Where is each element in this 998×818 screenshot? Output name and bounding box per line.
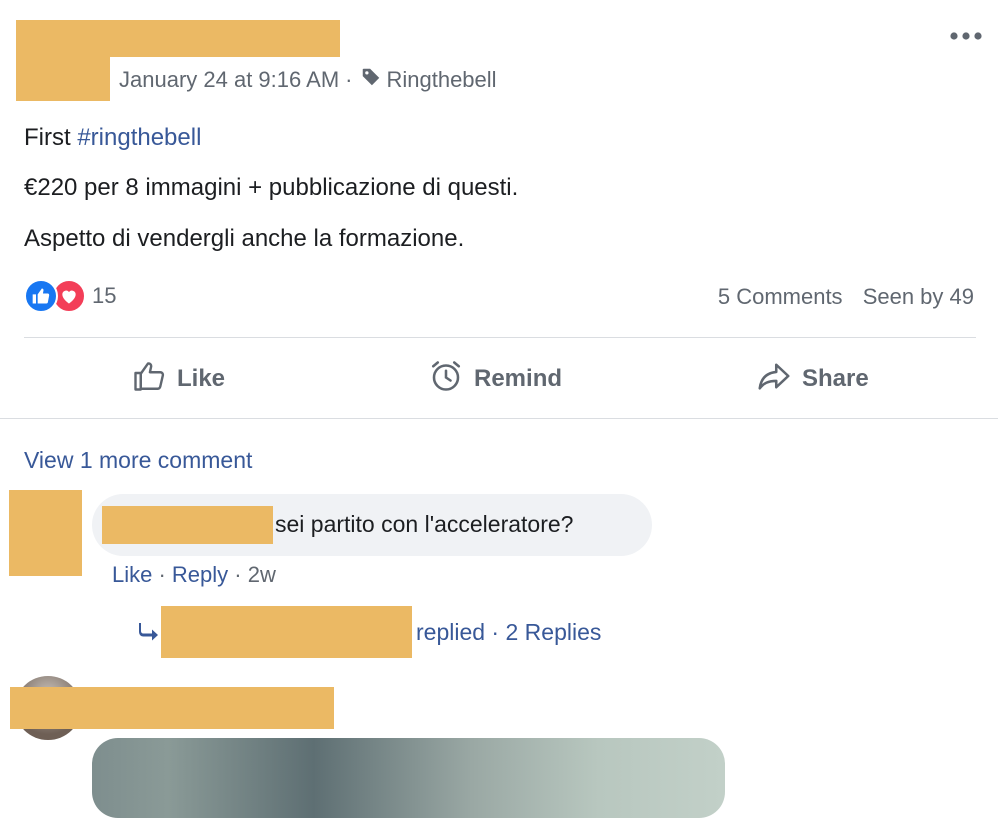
tag-icon: [360, 66, 382, 94]
group-name-link[interactable]: Ringthebell: [386, 67, 496, 93]
seen-by-link[interactable]: Seen by 49: [863, 284, 974, 309]
replies-summary[interactable]: replied · 2 Replies: [416, 619, 601, 646]
comments-count-link[interactable]: 5 Comments: [718, 284, 843, 309]
hashtag-link[interactable]: #ringthebell: [77, 124, 201, 151]
replies-dot-separator: ·: [485, 619, 506, 645]
post-stats: 5 Comments Seen by 49: [718, 284, 974, 310]
more-options-button[interactable]: [948, 22, 984, 52]
author-avatar-redacted[interactable]: [16, 20, 110, 101]
commenter-avatar-redacted[interactable]: [9, 490, 82, 576]
remind-button[interactable]: Remind: [428, 356, 562, 402]
thumbs-up-icon: [131, 358, 177, 401]
post-text-line-2: €220 per 8 immagini + pubblicazione di q…: [24, 174, 519, 201]
meta-separator: ·: [345, 67, 353, 92]
post-timestamp[interactable]: January 24 at 9:16 AM: [119, 67, 339, 93]
alarm-clock-icon: [428, 358, 474, 401]
comment-image-attachment[interactable]: [92, 738, 725, 818]
comment-reply-link[interactable]: Reply: [172, 562, 228, 587]
reaction-count: 15: [92, 283, 117, 308]
share-arrow-icon: [756, 358, 802, 401]
post-meta: January 24 at 9:16 AM · Ringthebell: [119, 66, 497, 94]
reactions-summary[interactable]: 15: [24, 279, 116, 313]
second-commenter-name-redacted[interactable]: [10, 687, 334, 729]
comment-text: sei partito con l'acceleratore?: [275, 511, 574, 537]
post-text-first: First: [24, 124, 78, 151]
actions-divider: [0, 418, 998, 419]
like-button[interactable]: Like: [131, 356, 225, 402]
post-text-line-3: Aspetto di vendergli anche la formazione…: [24, 225, 465, 252]
author-name-redacted[interactable]: [110, 20, 340, 57]
reply-arrow-icon: [137, 620, 161, 647]
ellipsis-icon: [949, 28, 983, 46]
comment-timestamp[interactable]: 2w: [248, 562, 276, 587]
like-label: Like: [177, 365, 226, 392]
comment-dot-separator: ·: [228, 562, 248, 587]
replier-name-redacted[interactable]: [161, 606, 412, 658]
replies-count-link[interactable]: 2 Replies: [506, 619, 602, 645]
stats-divider: [24, 337, 976, 338]
commenter-name-redacted[interactable]: [102, 506, 273, 544]
post-text-line-1: First #ringthebell: [24, 124, 201, 152]
comment-actions: Like · Reply · 2w: [112, 562, 276, 588]
share-label: Share: [802, 365, 869, 392]
remind-label: Remind: [474, 365, 563, 392]
share-button[interactable]: Share: [756, 356, 869, 402]
like-reaction-icon: [24, 279, 58, 313]
comment-like-link[interactable]: Like: [112, 562, 152, 587]
replied-label: replied: [416, 619, 486, 645]
comment-dot-separator: ·: [152, 562, 172, 587]
view-more-comments-link[interactable]: View 1 more comment: [24, 447, 252, 474]
